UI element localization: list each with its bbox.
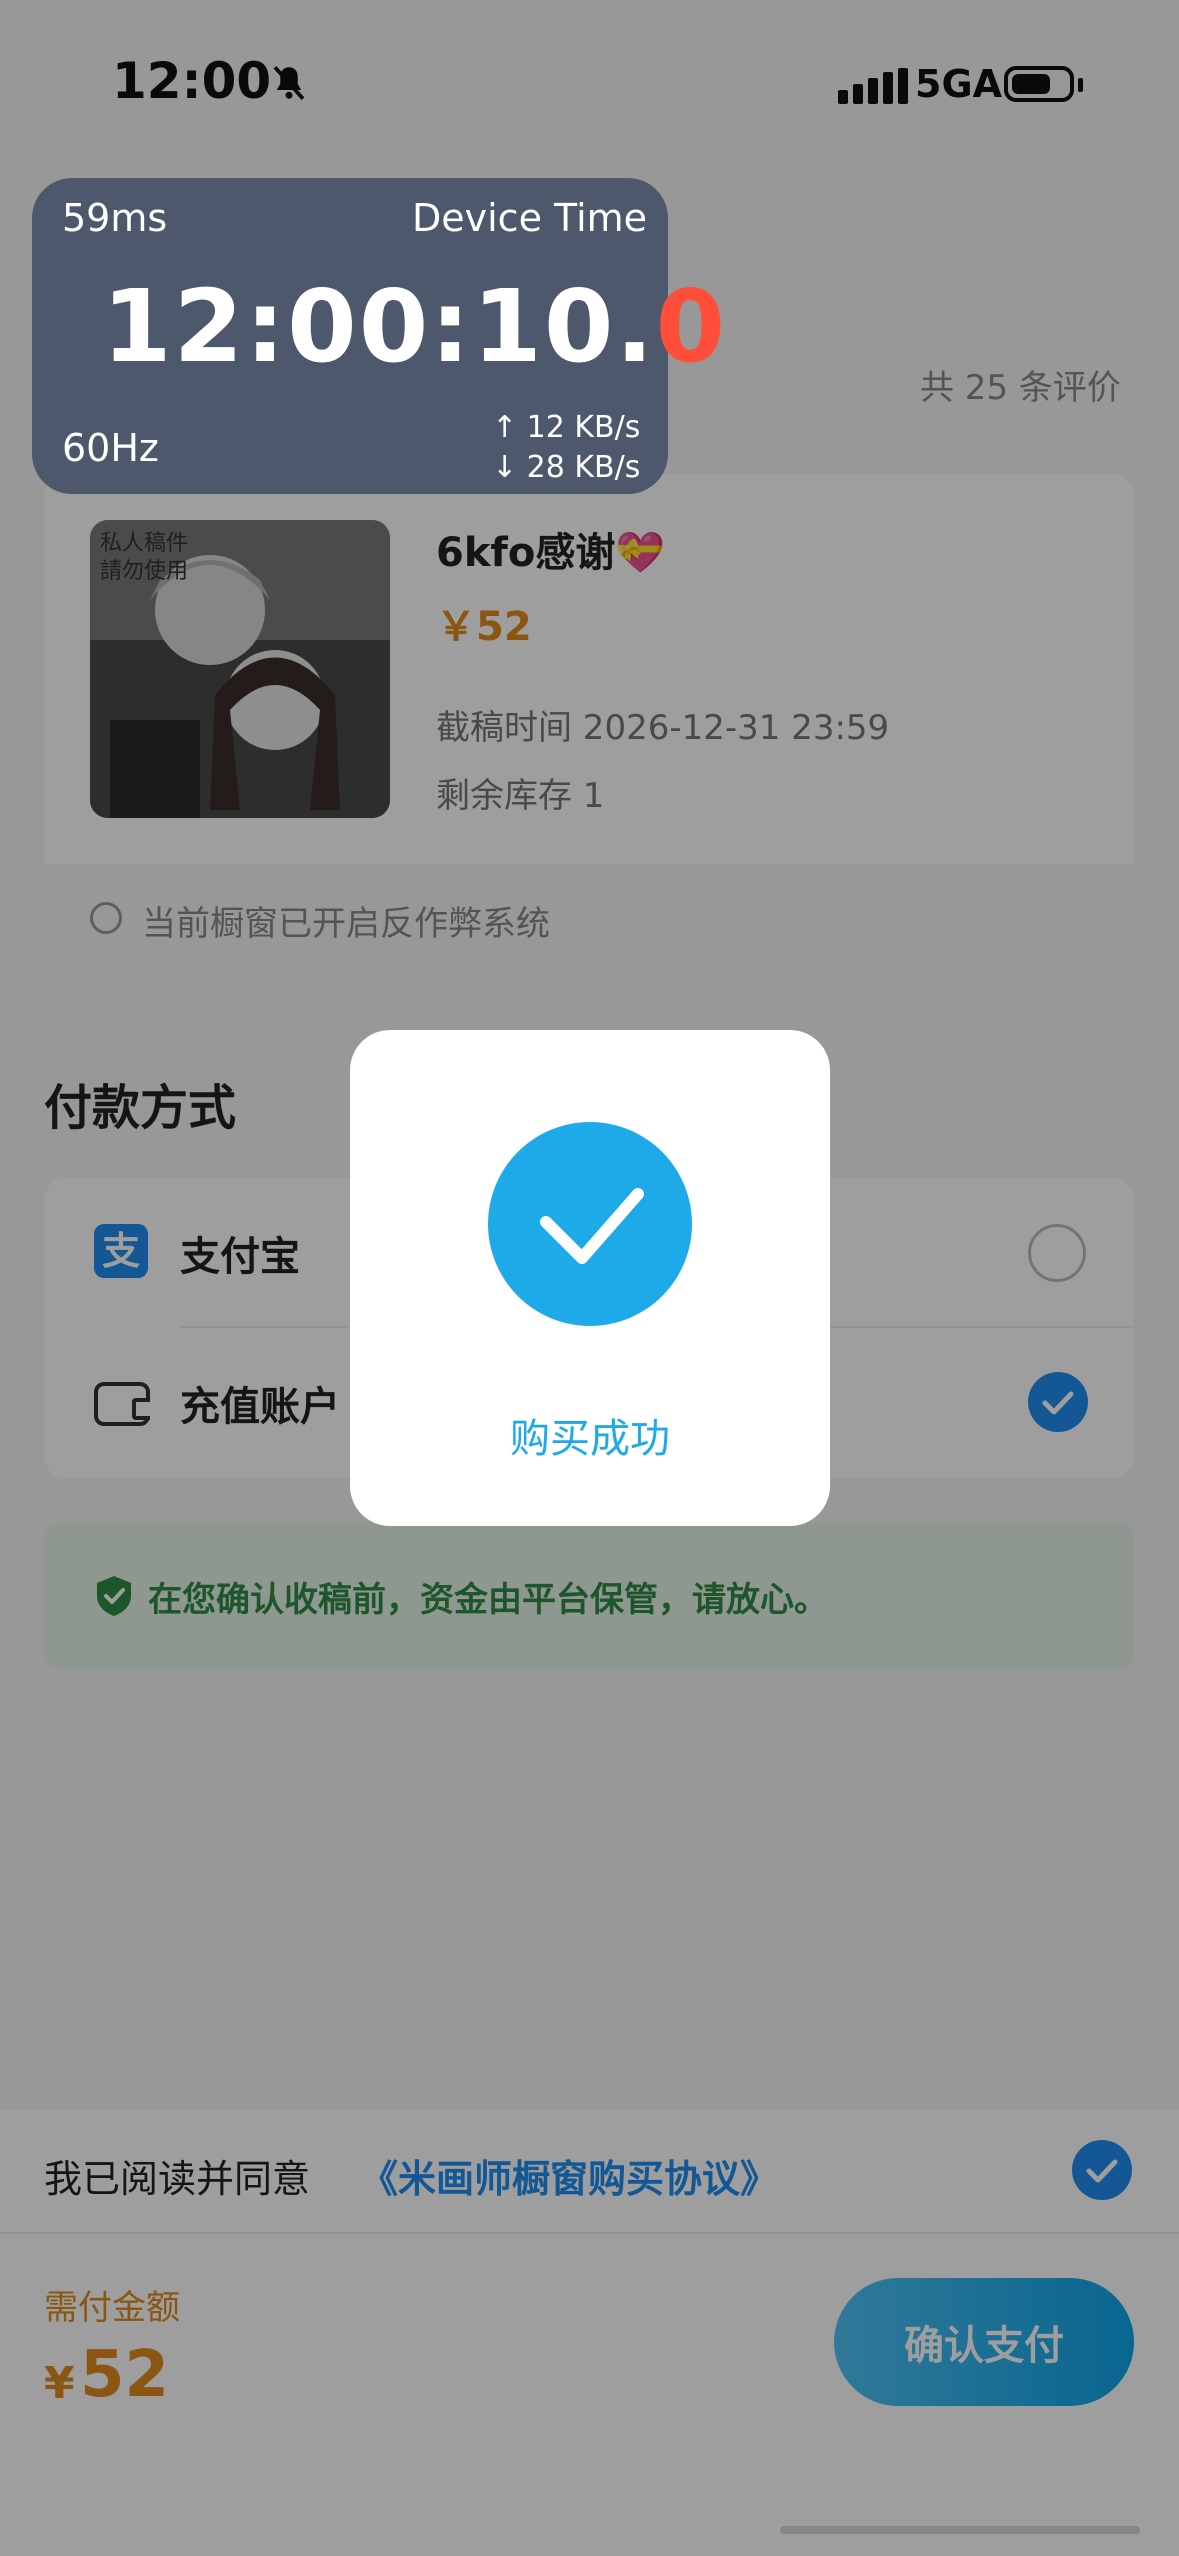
widget-label: Device Time (412, 196, 648, 240)
download-speed: ↓ 28 KB/s (492, 450, 641, 485)
success-message: 购买成功 (510, 1416, 670, 1462)
device-clock: 12:00:10.0 (102, 268, 727, 385)
clock-last-digit: 0 (655, 268, 728, 385)
checkmark-icon (488, 1122, 692, 1326)
upload-speed: ↑ 12 KB/s (492, 410, 641, 445)
refresh-rate: 60Hz (62, 426, 159, 470)
latency: 59ms (62, 196, 168, 240)
purchase-success-dialog: 购买成功 (350, 1030, 830, 1526)
clock-main: 12:00:10. (102, 268, 656, 385)
device-time-widget: 59ms Device Time 12:00:10.0 60Hz ↑ 12 KB… (32, 178, 725, 494)
